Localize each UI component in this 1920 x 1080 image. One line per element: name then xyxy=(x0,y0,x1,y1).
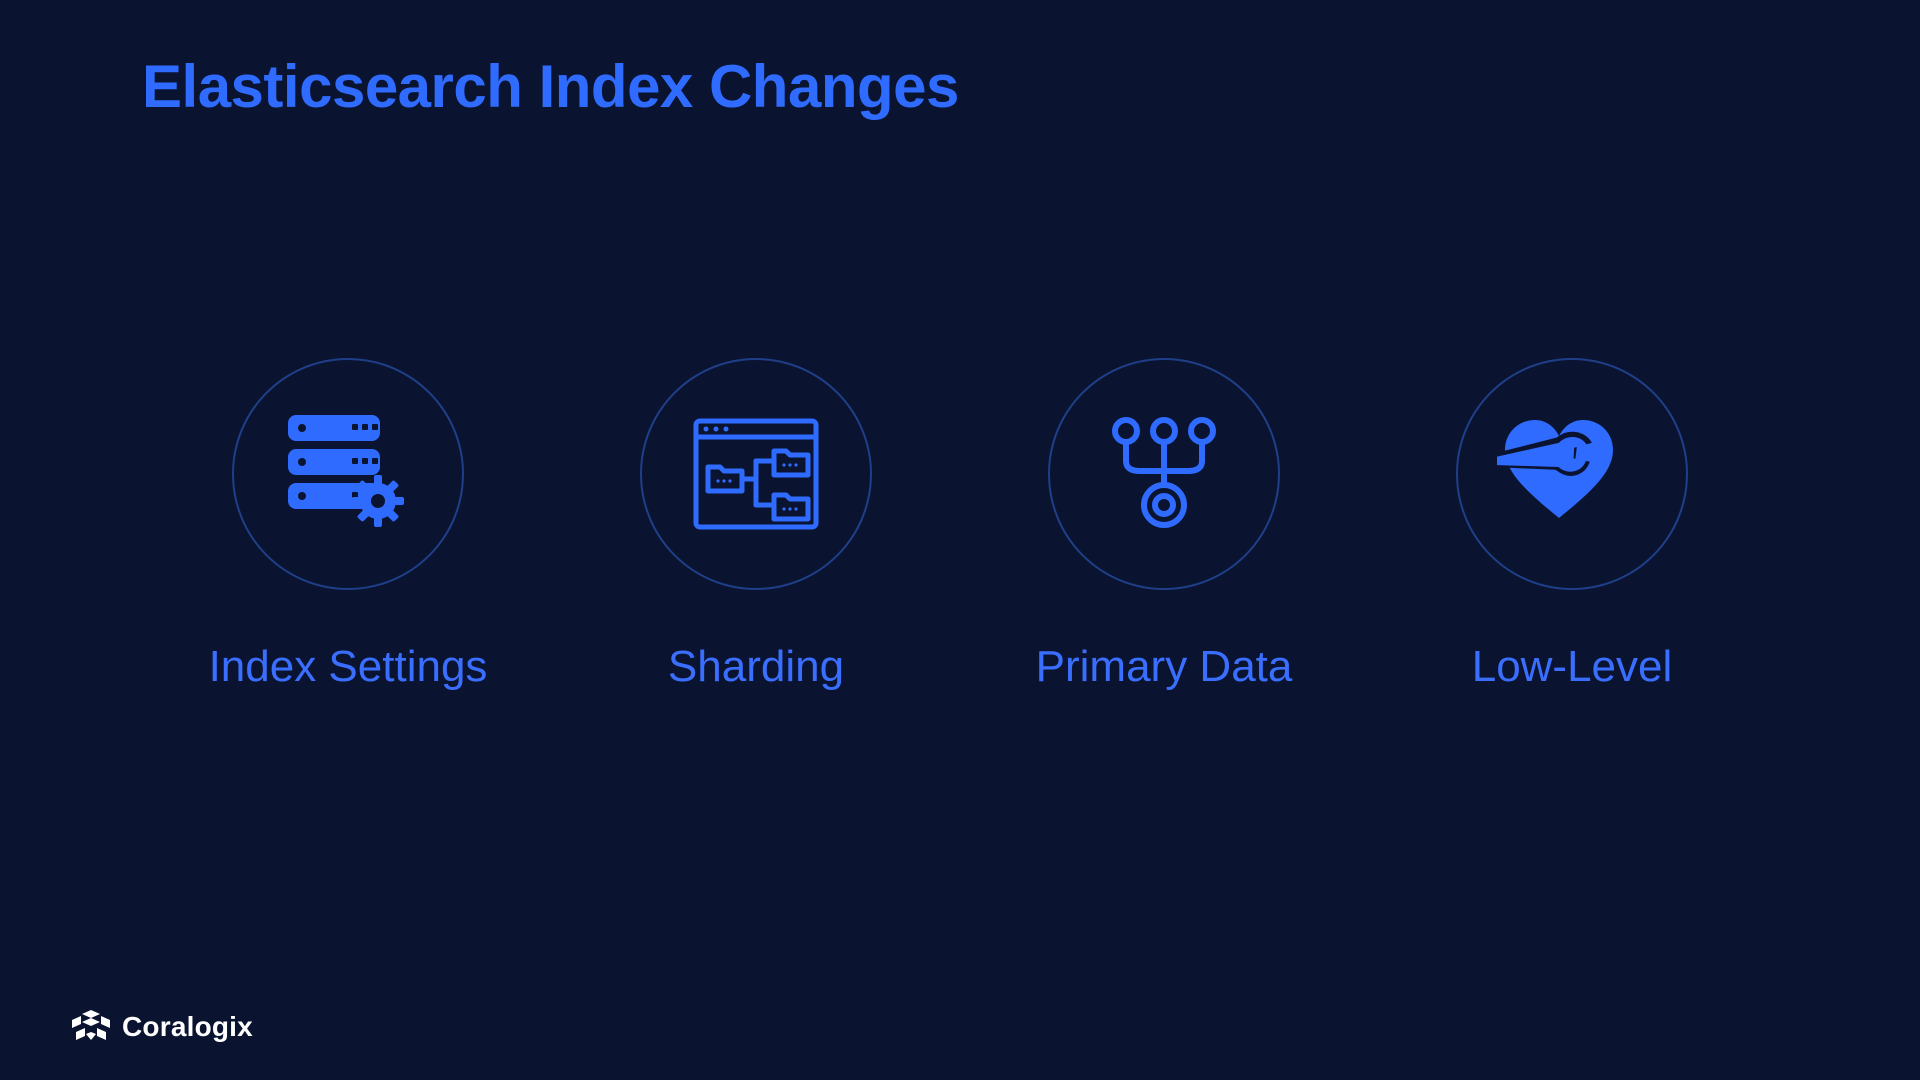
footer-brand-text: Coralogix xyxy=(122,1011,253,1043)
icon-circle xyxy=(232,358,464,590)
icon-circle xyxy=(1456,358,1688,590)
slide-title: Elasticsearch Index Changes xyxy=(142,52,959,121)
server-gear-icon xyxy=(278,409,418,539)
footer-brand: Coralogix xyxy=(72,1010,253,1044)
icon-circle xyxy=(1048,358,1280,590)
heart-wrench-icon xyxy=(1497,414,1647,534)
item-label: Sharding xyxy=(668,642,844,692)
coralogix-logo-icon xyxy=(72,1010,110,1044)
folder-tree-icon xyxy=(686,409,826,539)
item-index-settings: Index Settings xyxy=(168,358,528,692)
item-label: Index Settings xyxy=(209,642,488,692)
item-sharding: Sharding xyxy=(576,358,936,692)
items-row: Index Settings xyxy=(0,358,1920,692)
item-label: Primary Data xyxy=(1036,642,1293,692)
item-label: Low-Level xyxy=(1472,642,1673,692)
item-primary-data: Primary Data xyxy=(984,358,1344,692)
icon-circle xyxy=(640,358,872,590)
branches-icon xyxy=(1094,409,1234,539)
item-low-level: Low-Level xyxy=(1392,358,1752,692)
